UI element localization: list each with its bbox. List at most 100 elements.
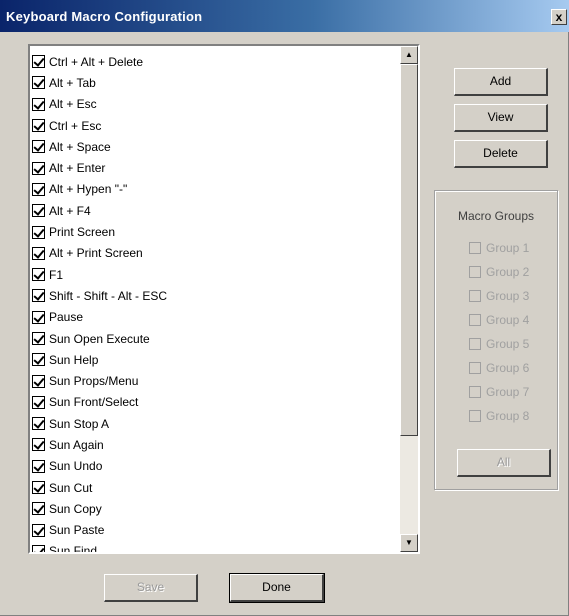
macro-label: Ctrl + Alt + Delete	[49, 54, 144, 69]
title-bar: Keyboard Macro Configuration x	[0, 0, 569, 32]
macro-list-item[interactable]: Print Screen	[32, 221, 398, 242]
macro-label: Ctrl + Esc	[49, 118, 102, 133]
macro-checkbox[interactable]	[32, 268, 45, 282]
macro-checkbox[interactable]	[32, 438, 45, 452]
macro-checkbox[interactable]	[32, 140, 45, 154]
group-checkbox-5[interactable]: Group 5	[469, 335, 529, 353]
macro-checkbox[interactable]	[32, 97, 45, 111]
macro-list-items: Ctrl + Alt + Delete Alt + Tab Alt + Esc …	[32, 51, 398, 552]
checkbox-icon	[469, 338, 481, 350]
macro-label: Sun Props/Menu	[49, 374, 139, 389]
checkbox-icon	[469, 410, 481, 422]
macro-label: Sun Again	[49, 437, 104, 452]
macro-checkbox[interactable]	[32, 481, 45, 495]
macro-label: Sun Stop A	[49, 416, 110, 431]
macro-checkbox[interactable]	[32, 119, 45, 133]
macro-list-item[interactable]: F1	[32, 264, 398, 285]
select-all-button[interactable]: All	[457, 449, 551, 477]
macro-checkbox[interactable]	[32, 332, 45, 345]
macro-label: Sun Paste	[49, 523, 105, 538]
scroll-up-arrow-icon[interactable]: ▲	[400, 46, 418, 64]
group-checkbox-2[interactable]: Group 2	[469, 263, 529, 281]
checkbox-icon	[469, 386, 481, 398]
macro-label: F1	[49, 267, 64, 282]
group-checkbox-7[interactable]: Group 7	[469, 383, 529, 401]
macro-label: Alt + Esc	[49, 97, 97, 112]
macro-label: Sun Cut	[49, 480, 93, 495]
macro-label: Alt + Tab	[49, 75, 96, 90]
macro-list[interactable]: Ctrl + Alt + Delete Alt + Tab Alt + Esc …	[28, 44, 420, 554]
macro-list-item[interactable]: Pause	[32, 307, 398, 328]
macro-list-item[interactable]: Sun Props/Menu	[32, 370, 398, 391]
delete-button[interactable]: Delete	[454, 140, 548, 168]
group-checkbox-4[interactable]: Group 4	[469, 311, 529, 329]
group-checkbox-8[interactable]: Group 8	[469, 407, 529, 425]
macro-list-item[interactable]: Sun Help	[32, 349, 398, 370]
macro-list-item[interactable]: Sun Again	[32, 434, 398, 455]
macro-checkbox[interactable]	[32, 395, 45, 409]
macro-groups-title: Macro Groups	[457, 209, 535, 223]
macro-checkbox[interactable]	[32, 76, 45, 90]
macro-list-item[interactable]: Sun Front/Select	[32, 392, 398, 413]
macro-list-item[interactable]: Alt + Tab	[32, 72, 398, 93]
macro-list-item[interactable]: Alt + Space	[32, 136, 398, 157]
add-button[interactable]: Add	[454, 68, 548, 96]
macro-checkbox[interactable]	[32, 417, 45, 431]
macro-label: Alt + F4	[49, 203, 91, 218]
macro-list-item[interactable]: Shift - Shift - Alt - ESC	[32, 285, 398, 306]
macro-label: Alt + Print Screen	[49, 246, 143, 261]
macro-list-item[interactable]: Sun Cut	[32, 477, 398, 498]
macro-label: Sun Undo	[49, 459, 103, 474]
checkbox-icon	[469, 314, 481, 326]
macro-checkbox[interactable]	[32, 544, 45, 552]
macro-config-dialog: Keyboard Macro Configuration x Ctrl + Al…	[0, 0, 569, 616]
macro-list-item[interactable]: Sun Find	[32, 541, 398, 552]
group-label: Group 5	[486, 337, 530, 351]
macro-list-item[interactable]: Sun Undo	[32, 456, 398, 477]
save-button[interactable]: Save	[104, 574, 198, 602]
macro-list-item[interactable]: Sun Paste	[32, 520, 398, 541]
group-checkbox-1[interactable]: Group 1	[469, 239, 529, 257]
macro-list-item[interactable]: Ctrl + Esc	[32, 115, 398, 136]
macro-list-item[interactable]: Sun Stop A	[32, 413, 398, 434]
macro-list-item[interactable]: Alt + Enter	[32, 157, 398, 178]
macro-label: Sun Help	[49, 352, 99, 367]
macro-checkbox[interactable]	[32, 246, 45, 260]
macro-list-item[interactable]: Alt + Esc	[32, 94, 398, 115]
checkbox-icon	[469, 266, 481, 278]
group-checkbox-3[interactable]: Group 3	[469, 287, 529, 305]
macro-checkbox[interactable]	[32, 225, 45, 239]
scrollbar-thumb[interactable]	[400, 64, 418, 436]
group-label: Group 7	[486, 385, 530, 399]
macro-checkbox[interactable]	[32, 161, 45, 175]
group-label: Group 4	[486, 313, 530, 327]
macro-label: Sun Front/Select	[49, 395, 139, 410]
macro-checkbox[interactable]	[32, 182, 45, 196]
list-scrollbar[interactable]: ▲ ▼	[400, 46, 418, 552]
checkbox-icon	[469, 242, 481, 254]
macro-list-item[interactable]: Sun Open Execute	[32, 328, 398, 349]
group-label: Group 1	[486, 241, 530, 255]
macro-checkbox[interactable]	[32, 502, 45, 516]
macro-checkbox[interactable]	[32, 55, 45, 69]
macro-checkbox[interactable]	[32, 353, 45, 367]
macro-checkbox[interactable]	[32, 310, 45, 324]
macro-checkbox[interactable]	[32, 459, 45, 473]
macro-checkbox[interactable]	[32, 289, 45, 303]
macro-checkbox[interactable]	[32, 374, 45, 388]
group-checkbox-6[interactable]: Group 6	[469, 359, 529, 377]
macro-label: Shift - Shift - Alt - ESC	[49, 288, 168, 303]
view-button[interactable]: View	[454, 104, 548, 132]
macro-list-item[interactable]: Alt + Hypen "-"	[32, 179, 398, 200]
macro-list-item[interactable]: Alt + Print Screen	[32, 243, 398, 264]
macro-checkbox[interactable]	[32, 204, 45, 218]
group-label: Group 2	[486, 265, 530, 279]
macro-list-item[interactable]: Alt + F4	[32, 200, 398, 221]
macro-checkbox[interactable]	[32, 523, 45, 537]
done-button[interactable]: Done	[229, 573, 325, 603]
macro-list-item[interactable]: Ctrl + Alt + Delete	[32, 51, 398, 72]
macro-label: Pause	[49, 310, 84, 325]
macro-list-item[interactable]: Sun Copy	[32, 498, 398, 519]
close-button[interactable]: x	[551, 9, 567, 25]
scroll-down-arrow-icon[interactable]: ▼	[400, 534, 418, 552]
